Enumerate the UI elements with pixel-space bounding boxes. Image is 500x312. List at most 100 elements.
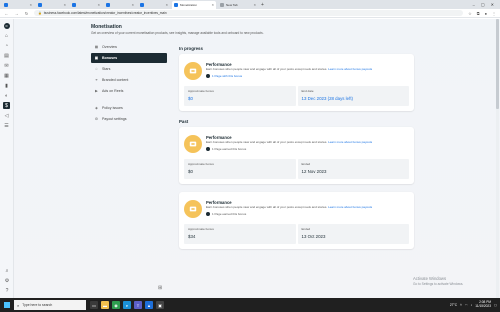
scrollbar-thumb[interactable] bbox=[496, 19, 499, 109]
file-explorer-icon[interactable]: ▬ bbox=[101, 301, 109, 309]
sidenav-item-branded-content[interactable]: ⚭ Branded content bbox=[91, 75, 167, 85]
bonus-badge-icon bbox=[184, 62, 202, 80]
planner-icon[interactable]: ▦ bbox=[3, 72, 10, 79]
insights-icon[interactable]: ▮ bbox=[3, 82, 10, 89]
browser-tab[interactable]: ✕ bbox=[2, 1, 34, 9]
chevron-up-icon[interactable]: ˄ bbox=[460, 303, 462, 307]
learn-more-link[interactable]: Learn more about bonus payouts bbox=[328, 140, 372, 144]
minimize-button[interactable]: – bbox=[473, 2, 475, 7]
store-icon[interactable]: ▣ bbox=[156, 301, 164, 309]
page-count-line: 1 Page earned this bonus bbox=[206, 146, 409, 151]
clock[interactable]: 2:08 PM 11/15/2023 bbox=[475, 301, 491, 308]
tab-label: Monetization bbox=[180, 3, 198, 7]
close-tab-icon[interactable]: ✕ bbox=[97, 3, 100, 7]
inbox-icon[interactable]: ✉ bbox=[3, 62, 10, 69]
sidenav-label: Branded content bbox=[102, 78, 129, 82]
approximate-bonus-box: Approximate bonus $0 bbox=[184, 86, 296, 106]
notification-icon[interactable]: ▢ bbox=[494, 303, 497, 307]
menu-kebab-icon[interactable]: ⋮ bbox=[492, 11, 496, 16]
photos-icon[interactable]: ▲ bbox=[145, 301, 153, 309]
page-avatar bbox=[206, 211, 210, 216]
teams-icon[interactable]: T bbox=[134, 301, 142, 309]
page-scrollbar[interactable] bbox=[496, 19, 499, 298]
weather-text[interactable]: 27°C bbox=[450, 303, 457, 307]
close-tab-icon[interactable]: ✕ bbox=[29, 3, 32, 7]
sidenav-item-policy-issues[interactable]: ◈ Policy issues bbox=[91, 103, 167, 113]
close-tab-icon[interactable]: ✕ bbox=[165, 3, 168, 7]
help-icon[interactable]: ? bbox=[4, 287, 11, 294]
left-rail: ∞ ⌂ ◔ ▤ ✉ ▦ ▮ ◐ $ ◁ ☰ ⌕ ⚙ ? bbox=[0, 19, 14, 298]
sidenav-label: Payout settings bbox=[102, 117, 127, 121]
sidenav-item-ads-on-reels[interactable]: ▶ Ads on Reels bbox=[91, 86, 167, 96]
taskbar-search[interactable]: ⌕ Type here to search bbox=[14, 300, 86, 310]
bonuses-content: In progress Performance Earn bonuses whe… bbox=[179, 46, 414, 257]
sidenav-item-overview[interactable]: ▦ Overview bbox=[91, 42, 167, 52]
close-tab-icon[interactable]: ✕ bbox=[131, 3, 134, 7]
browser-tab[interactable]: ✕ bbox=[70, 1, 102, 9]
settings-gear-icon[interactable]: ⚙ bbox=[4, 277, 11, 284]
forward-arrow-icon[interactable]: → bbox=[14, 11, 19, 16]
network-icon[interactable]: ◠ bbox=[465, 303, 468, 307]
close-window-button[interactable]: ✕ bbox=[491, 2, 494, 7]
browser-tab-bar: ✕ ✕ ✕ ✕ ✕ Monetization ✕ New Tab ✕ + – ▢ ✕ bbox=[0, 0, 500, 9]
task-view-icon[interactable]: ▭ bbox=[90, 301, 98, 309]
reels-icon: ▶ bbox=[95, 89, 98, 93]
section-heading-past: Past bbox=[179, 119, 189, 124]
new-tab-button[interactable]: + bbox=[261, 2, 264, 8]
profile-icon[interactable]: ● bbox=[485, 11, 487, 16]
reload-icon[interactable]: ↻ bbox=[24, 11, 29, 16]
content-icon[interactable]: ▤ bbox=[3, 52, 10, 59]
learn-more-link[interactable]: Learn more about bonus payouts bbox=[328, 67, 372, 71]
collapse-panel-icon[interactable]: ⊞ bbox=[158, 285, 162, 291]
date-value: 12 Nov 2023 bbox=[301, 169, 327, 174]
approximate-bonus-value: $0 bbox=[188, 169, 193, 174]
bonus-stats: Approximate bonus $0 End date 13 Dec 2023 … bbox=[184, 86, 409, 106]
date-box: End date 13 Dec 2023 (28 days left) bbox=[297, 86, 409, 106]
monetization-icon[interactable]: $ bbox=[3, 102, 10, 109]
sidenav-label: Bonuses bbox=[102, 56, 118, 60]
sidenav-item-payout-settings[interactable]: ⚙ Payout settings bbox=[91, 114, 167, 124]
windows-logo-icon bbox=[4, 302, 10, 308]
bonus-badge-icon bbox=[184, 135, 202, 153]
browser-tab[interactable]: ✕ bbox=[138, 1, 170, 9]
url-field[interactable]: 🔒 business.facebook.com/latest/monetizati… bbox=[34, 10, 464, 16]
back-arrow-icon[interactable]: ← bbox=[4, 11, 9, 16]
page-title: Monetisation bbox=[91, 24, 122, 30]
home-icon[interactable]: ⌂ bbox=[3, 32, 10, 39]
facebook-icon bbox=[4, 3, 8, 7]
browser-tab[interactable]: ✕ bbox=[104, 1, 136, 9]
browser-tab[interactable]: New Tab ✕ bbox=[218, 1, 258, 9]
bonus-description: Earn bonuses when people view and engage… bbox=[206, 67, 373, 71]
facebook-icon bbox=[174, 3, 178, 7]
windows-taskbar: ⌕ Type here to search ▭ ▬ ◉ e T ▲ ▣ 27°C … bbox=[0, 298, 500, 312]
extensions-icon[interactable]: ⧉ bbox=[477, 11, 480, 16]
chrome-icon[interactable]: ◉ bbox=[112, 301, 120, 309]
approximate-bonus-box: Approximate bonus $0 bbox=[184, 159, 296, 179]
close-tab-icon[interactable]: ✕ bbox=[211, 3, 214, 7]
shield-icon: ◈ bbox=[95, 106, 98, 110]
close-tab-icon[interactable]: ✕ bbox=[253, 3, 256, 7]
learn-more-link[interactable]: Learn more about bonus payouts bbox=[328, 205, 372, 209]
megaphone-icon[interactable]: ◁ bbox=[3, 112, 10, 119]
bonus-card: Performance Earn bonuses when people vie… bbox=[179, 192, 414, 249]
meta-logo-icon[interactable]: ∞ bbox=[3, 23, 10, 29]
browser-tab-active[interactable]: Monetization ✕ bbox=[172, 1, 216, 9]
approximate-bonus-box: Approximate bonus $34 bbox=[184, 224, 296, 244]
edge-icon[interactable]: e bbox=[123, 301, 131, 309]
volume-icon[interactable]: ♪ bbox=[471, 303, 473, 307]
star-bookmark-icon[interactable]: ☆ bbox=[468, 11, 472, 16]
bonus-card: Performance Earn bonuses when people vie… bbox=[179, 127, 414, 184]
maximize-button[interactable]: ▢ bbox=[481, 2, 485, 7]
approximate-bonus-value: $0 bbox=[188, 96, 193, 101]
facebook-icon bbox=[72, 3, 76, 7]
close-tab-icon[interactable]: ✕ bbox=[63, 3, 66, 7]
notifications-icon[interactable]: ◔ bbox=[3, 42, 10, 49]
browser-tab[interactable]: ✕ bbox=[36, 1, 68, 9]
ads-icon[interactable]: ◐ bbox=[3, 92, 10, 99]
search-icon[interactable]: ⌕ bbox=[4, 267, 11, 274]
start-button[interactable] bbox=[0, 298, 14, 312]
sidenav-item-stars[interactable]: ☆ Stars bbox=[91, 64, 167, 74]
sidenav-item-bonuses[interactable]: ▣ Bonuses bbox=[91, 53, 167, 63]
bonus-description: Earn bonuses when people view and engage… bbox=[206, 140, 373, 144]
all-tools-icon[interactable]: ☰ bbox=[3, 122, 10, 129]
